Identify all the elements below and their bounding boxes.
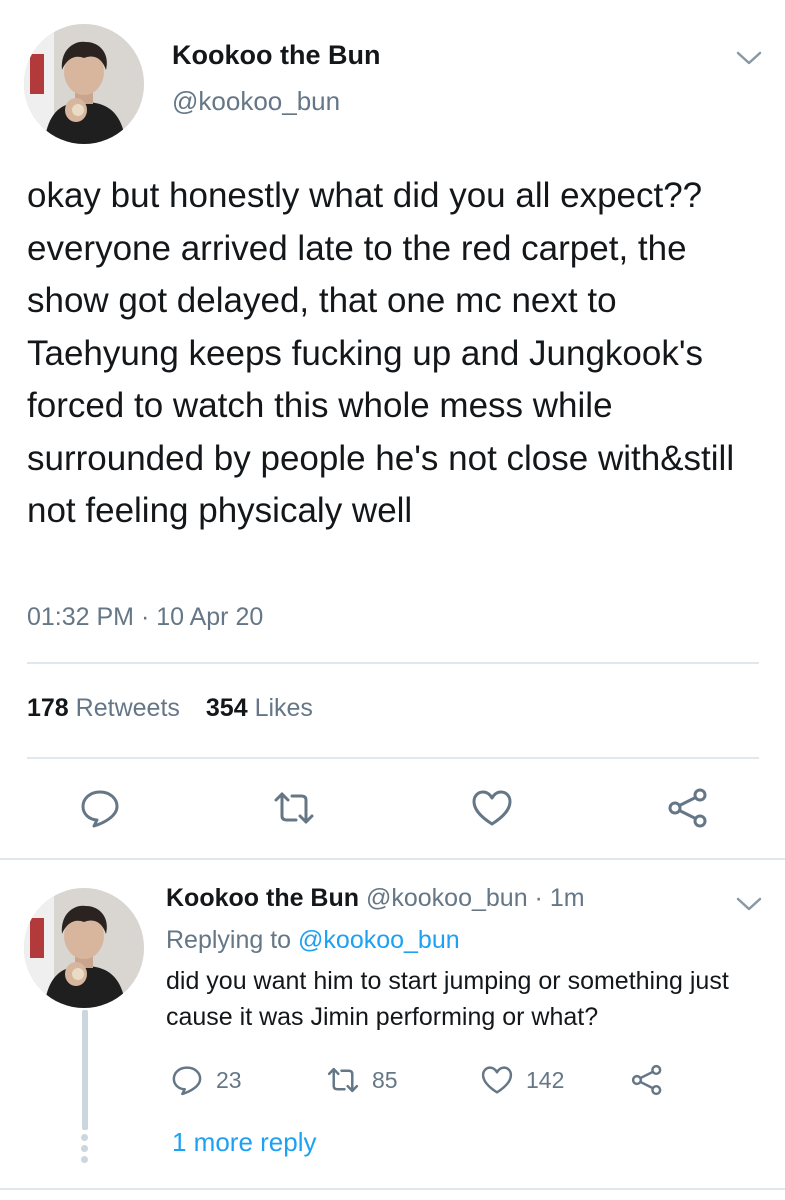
reply-retweet-button[interactable]: 85 [326,1062,398,1098]
replying-to-link[interactable]: @kookoo_bun [298,926,460,954]
like-icon [480,1063,514,1097]
chevron-down-icon[interactable] [734,894,764,914]
reply-author-avatar[interactable] [24,888,144,1008]
divider [0,1188,785,1190]
retweet-icon[interactable] [272,786,316,830]
reply-author-name[interactable]: Kookoo the Bun [166,884,359,912]
replying-to-label: Replying to [166,926,292,954]
reply-reply-button[interactable]: 23 [170,1062,242,1098]
likes-label: Likes [254,694,313,722]
tweet-text: okay but honestly what did you all expec… [27,176,735,530]
tweet-stats: 178 Retweets 354 Likes [27,694,313,723]
reply-text: did you want him to start jumping or som… [166,967,729,1031]
divider [27,757,759,759]
profile-photo-avatar-icon [24,888,144,1008]
divider [0,858,785,860]
main-tweet: Kookoo the Bun @kookoo_bun okay but hone… [0,0,785,860]
retweet-icon [326,1063,360,1097]
thread-line [82,1010,88,1130]
like-icon[interactable] [470,786,514,830]
share-icon [630,1063,664,1097]
reply-header: Kookoo the Bun @kookoo_bun · 1m [166,884,585,913]
reply-icon[interactable] [78,786,122,830]
replying-to: Replying to @kookoo_bun [166,926,460,955]
reply-icon [170,1063,204,1097]
reply-like-button[interactable]: 142 [480,1062,564,1098]
author-avatar[interactable] [24,24,144,144]
reply-count: 23 [216,1066,242,1093]
share-icon[interactable] [666,786,710,830]
likes-count: 354 [205,694,248,722]
retweets-count: 178 [27,694,69,722]
retweets-stat[interactable]: 178 Retweets [27,694,180,722]
author-handle[interactable]: @kookoo_bun [172,86,340,117]
divider [27,662,759,664]
tweet-timestamp[interactable]: 01:32 PM · 10 Apr 20 [27,603,263,632]
reply-time[interactable]: · 1m [535,884,585,912]
retweets-label: Retweets [75,694,180,722]
retweet-count: 85 [372,1066,398,1093]
author-display-name[interactable]: Kookoo the Bun [172,40,380,71]
profile-photo-avatar-icon [24,24,144,144]
chevron-down-icon[interactable] [734,48,764,68]
thread-dots [81,1134,89,1164]
like-count: 142 [526,1066,565,1093]
more-replies-link[interactable]: 1 more reply [172,1127,317,1158]
reply-author-handle[interactable]: @kookoo_bun [366,884,528,912]
likes-stat[interactable]: 354 Likes [206,694,313,722]
reply-share-button[interactable] [630,1062,664,1098]
